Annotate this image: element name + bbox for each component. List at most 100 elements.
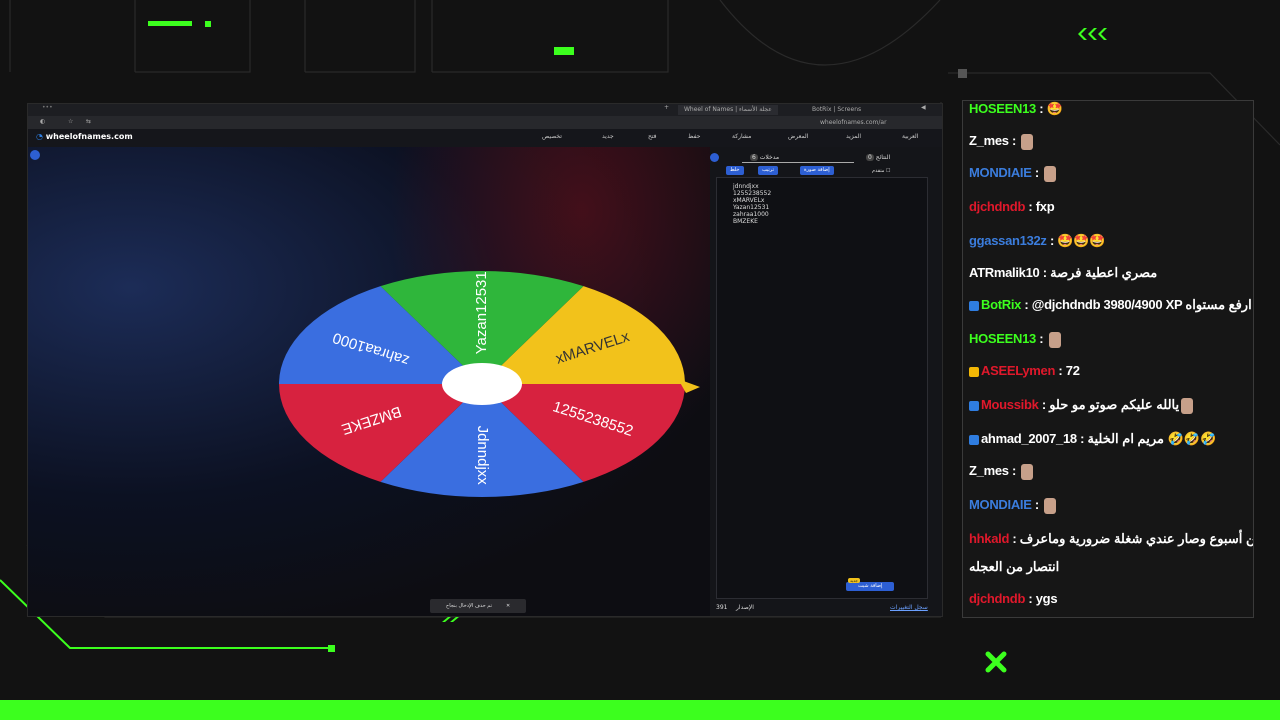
entry-item: zahraa1000 xyxy=(733,211,769,218)
toast-close-icon[interactable]: ✕ xyxy=(506,599,510,613)
chat-separator: : xyxy=(1046,233,1058,248)
site-logo[interactable]: ◔ wheelofnames.com xyxy=(36,132,133,141)
face-emote-icon xyxy=(1021,463,1034,480)
badge-icon xyxy=(969,366,979,377)
chat-separator: : xyxy=(1055,363,1066,378)
entry-item: BMZEKE xyxy=(733,218,758,225)
entry-item: xMARVELx xyxy=(733,197,765,204)
entries-panel: مدخلات 6 النتائج 0 خلط ترتيب إضافة صورة … xyxy=(710,147,942,616)
chat-message: ggassan132z : 🤩🤩🤩 xyxy=(969,233,1105,249)
wheel[interactable]: xMARVELx1255238552JdnndjxxBMZEKEzahraa10… xyxy=(268,259,708,509)
menu-language[interactable]: العربية xyxy=(902,133,918,140)
face-emote-icon xyxy=(1044,165,1057,182)
chat-message: MONDIAIE : xyxy=(969,165,1057,182)
advanced-label: متقدم xyxy=(872,168,885,174)
browser-window: ••• + Wheel of Names | عجلة الأسماء BotR… xyxy=(27,103,943,617)
chat-message: hhkald : يمصري والله والله والله والله و… xyxy=(969,531,1253,547)
back-icon[interactable]: ◐ xyxy=(40,118,45,125)
collapse-icon[interactable] xyxy=(710,153,719,162)
tab-entries-label: مدخلات xyxy=(759,154,780,161)
chat-separator: : xyxy=(1008,463,1020,478)
badge-icon xyxy=(969,400,979,411)
chat-message: Z_mes : xyxy=(969,133,1034,150)
chat-separator: : xyxy=(1025,591,1036,606)
edit-icon[interactable] xyxy=(30,150,40,160)
emoji-icon: 🤩🤩🤩 xyxy=(1057,233,1105,248)
chat-message: BotRix : @djchdndb 3980/4900 XP لديه ارف… xyxy=(969,297,1253,313)
window-menu-icon[interactable]: ••• xyxy=(42,104,53,111)
version-number: 391 xyxy=(716,604,728,611)
face-emote-icon xyxy=(1181,397,1194,414)
tab-botrix[interactable]: BotRix | Screens xyxy=(806,105,867,115)
add-sheet-button[interactable]: إضافة شيت xyxy=(846,582,895,591)
chat-separator: : xyxy=(1021,297,1032,312)
chat-username[interactable]: HOSEEN13 xyxy=(969,101,1036,116)
tab-results[interactable]: النتائج 0 xyxy=(866,154,890,161)
entry-item: 1255238552 xyxy=(733,190,772,197)
chat-username[interactable]: BotRix xyxy=(981,297,1021,312)
chat-username[interactable]: MONDIAIE xyxy=(969,497,1032,512)
chat-text: ygs xyxy=(1035,591,1058,606)
changelog-link[interactable]: سجل التغييرات xyxy=(890,604,928,611)
chat-text: @djchdndb 3980/4900 XP لديه ارفع مستواه xyxy=(1031,297,1253,312)
tab-results-label: النتائج xyxy=(875,154,891,161)
entries-count: 6 xyxy=(750,154,758,161)
chat-message: HOSEEN13 : xyxy=(969,331,1061,348)
menu-gallery[interactable]: المعرض xyxy=(788,133,808,140)
menu-more[interactable]: المزيد xyxy=(846,133,861,140)
chat-username[interactable]: ahmad_2007_18 xyxy=(981,431,1077,446)
chat-username[interactable]: ggassan132z xyxy=(969,233,1047,248)
chat-username[interactable]: ATRmalik10 xyxy=(969,265,1040,280)
chat-text: مريم ام الخلية xyxy=(1087,431,1165,446)
chat-separator: : xyxy=(1025,199,1036,214)
emoji-icon: 🤩 xyxy=(1046,101,1063,116)
advanced-checkbox[interactable]: متقدم ☐ xyxy=(872,168,891,174)
chat-text: يمصري والله والله والله والله والله اشتر… xyxy=(1019,531,1253,546)
chat-username[interactable]: MONDIAIE xyxy=(969,165,1032,180)
chat-separator: : xyxy=(1039,265,1051,280)
sort-button[interactable]: ترتيب xyxy=(758,166,778,175)
chat-username[interactable]: Moussibk xyxy=(981,397,1039,412)
badge-icon xyxy=(969,300,979,311)
bottom-accent-bar xyxy=(0,700,1280,720)
chat-message: Z_mes : xyxy=(969,463,1034,480)
new-tab-icon[interactable]: + xyxy=(664,104,669,111)
tune-icon[interactable]: ⇆ xyxy=(86,118,91,125)
chat-message: Moussibk : يالله عليكم صوتو مو حلو xyxy=(969,397,1194,414)
toast-notification: ✕ تم حذف الإدخال بنجاح xyxy=(430,599,526,613)
chat-separator: : xyxy=(1035,331,1047,346)
chat-username[interactable]: Z_mes xyxy=(969,133,1009,148)
shuffle-button[interactable]: خلط xyxy=(726,166,744,175)
chat-username[interactable]: djchdndb xyxy=(969,591,1025,606)
tab-entries[interactable]: مدخلات 6 xyxy=(750,154,779,161)
tab-scroll-icon[interactable]: ◀ xyxy=(921,104,926,111)
menu-new[interactable]: جديد xyxy=(602,133,614,140)
chat-username[interactable]: hhkald xyxy=(969,531,1009,546)
star-icon[interactable]: ☆ xyxy=(68,118,73,125)
url-field[interactable]: wheelofnames.com/ar xyxy=(820,119,887,126)
wheel-center[interactable] xyxy=(442,363,522,405)
browser-tab-bar: ••• + Wheel of Names | عجلة الأسماء BotR… xyxy=(28,104,942,116)
chat-message: انتصار من العجله xyxy=(969,559,1060,575)
chat-separator: : xyxy=(1008,133,1020,148)
site-logo-text: wheelofnames.com xyxy=(45,132,133,141)
new-badge: جديد xyxy=(848,578,860,583)
menu-customize[interactable]: تخصيص xyxy=(542,133,562,140)
entry-item: jdnndjxx xyxy=(733,183,759,190)
chat-message: djchdndb : fxp xyxy=(969,199,1055,214)
chat-message: djchdndb : ygs xyxy=(969,591,1058,606)
chat-username[interactable]: Z_mes xyxy=(969,463,1009,478)
chat-username[interactable]: HOSEEN13 xyxy=(969,331,1036,346)
chat-username[interactable]: djchdndb xyxy=(969,199,1025,214)
entries-textarea[interactable]: jdnndjxx 1255238552 xMARVELx Yazan12531 zahr… xyxy=(716,177,928,599)
chat-message: HOSEEN13 : 🤩 xyxy=(969,101,1063,117)
chat-username[interactable]: ASEELymen xyxy=(981,363,1055,378)
badge-icon xyxy=(969,434,979,445)
menu-open[interactable]: فتح xyxy=(648,133,657,140)
add-image-button[interactable]: إضافة صورة xyxy=(800,166,834,175)
chat-message: ASEELymen : 72 xyxy=(969,363,1080,378)
entry-item: Yazan12531 xyxy=(733,204,770,211)
menu-save[interactable]: حفظ xyxy=(688,133,700,140)
tab-wheel-of-names[interactable]: Wheel of Names | عجلة الأسماء xyxy=(678,105,778,115)
menu-share[interactable]: مشاركة xyxy=(732,133,751,140)
